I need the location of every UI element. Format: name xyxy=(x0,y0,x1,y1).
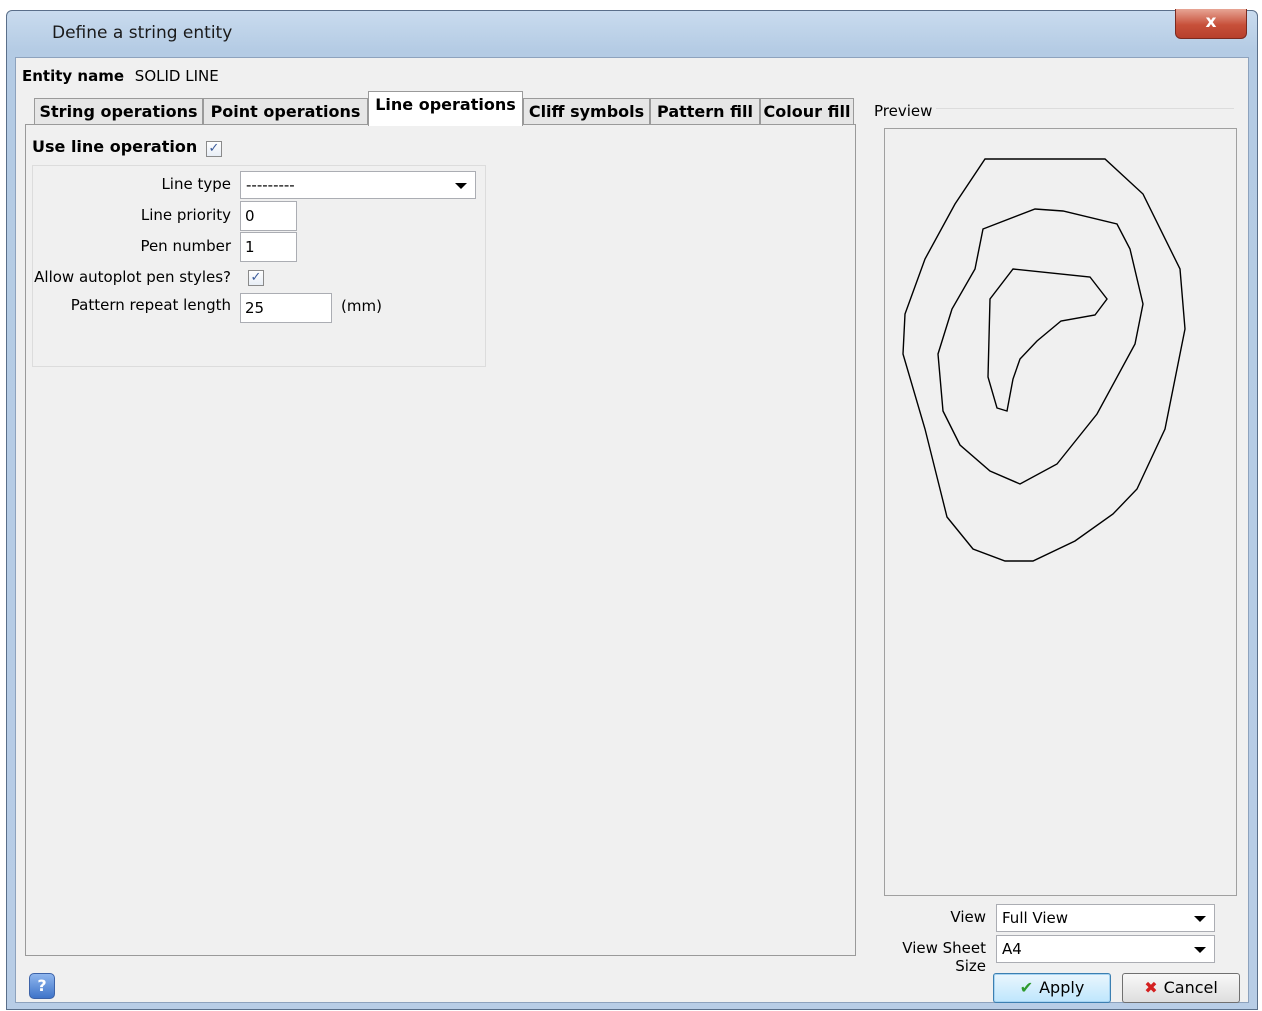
autoplot-checkbox[interactable]: ✓ xyxy=(248,270,264,286)
preview-label: Preview xyxy=(874,102,937,120)
entity-name-value: SOLID LINE xyxy=(134,67,219,85)
help-icon: ? xyxy=(37,976,47,995)
view-value: Full View xyxy=(1002,909,1069,927)
close-button[interactable]: x xyxy=(1175,9,1247,39)
chevron-down-icon xyxy=(1194,947,1206,953)
line-priority-label: Line priority xyxy=(140,206,231,224)
tab-point-operations[interactable]: Point operations xyxy=(203,98,368,126)
use-line-operation-checkbox[interactable]: ✓ xyxy=(206,141,222,157)
tab-line-operations[interactable]: Line operations xyxy=(368,91,523,126)
check-icon: ✓ xyxy=(208,141,220,156)
autoplot-label: Allow autoplot pen styles? xyxy=(34,268,231,286)
view-sheet-size-select[interactable]: A4 xyxy=(996,935,1215,963)
preview-drawing xyxy=(902,158,1186,562)
title-bar: Define a string entity x xyxy=(7,9,1257,57)
line-priority-input[interactable]: 0 xyxy=(240,201,297,231)
tab-string-operations[interactable]: String operations xyxy=(34,98,203,126)
use-line-operation-label: Use line operation xyxy=(32,137,198,156)
help-button[interactable]: ? xyxy=(29,973,55,999)
line-type-value: --------- xyxy=(246,176,295,194)
cancel-label: Cancel xyxy=(1163,978,1218,997)
view-select[interactable]: Full View xyxy=(996,904,1215,932)
tab-colour-fill[interactable]: Colour fill xyxy=(760,98,854,126)
line-settings-group: Line type --------- Line priority 0 Pen … xyxy=(32,165,486,367)
dialog-window: Define a string entity x Entity name SOL… xyxy=(6,9,1258,1010)
apply-label: Apply xyxy=(1039,978,1085,997)
middle-contour xyxy=(937,208,1144,485)
red-x-icon: ✖ xyxy=(1144,978,1158,997)
check-icon: ✓ xyxy=(250,270,262,285)
line-type-select[interactable]: --------- xyxy=(240,171,476,199)
pattern-repeat-input[interactable]: 25 xyxy=(240,293,332,323)
line-operations-panel: Use line operation ✓ Line type ---------… xyxy=(25,124,856,956)
green-checkmark-icon: ✔ xyxy=(1019,978,1034,997)
line-type-label: Line type xyxy=(161,175,231,193)
inner-contour xyxy=(987,268,1108,412)
pen-number-input[interactable]: 1 xyxy=(240,232,297,262)
preview-divider xyxy=(936,108,1234,109)
chevron-down-icon xyxy=(455,183,467,189)
view-sheet-size-value: A4 xyxy=(1002,940,1022,958)
chevron-down-icon xyxy=(1194,916,1206,922)
preview-canvas xyxy=(884,128,1237,896)
pen-number-label: Pen number xyxy=(140,237,231,255)
tab-pattern-fill[interactable]: Pattern fill xyxy=(650,98,760,126)
close-icon: x xyxy=(1205,12,1217,32)
window-title: Define a string entity xyxy=(52,23,233,43)
pattern-repeat-unit: (mm) xyxy=(341,297,382,315)
entity-name-label: Entity name xyxy=(22,67,125,85)
preview-group: Preview View Full View View Sheet Size A… xyxy=(868,102,1237,975)
outer-contour xyxy=(902,158,1186,562)
dialog-client: Entity name SOLID LINE String operations… xyxy=(15,57,1249,1003)
pattern-repeat-label: Pattern repeat length xyxy=(70,296,231,314)
entity-name-row: Entity name SOLID LINE xyxy=(22,67,219,85)
tab-cliff-symbols[interactable]: Cliff symbols xyxy=(523,98,650,126)
view-label: View xyxy=(950,908,986,926)
cancel-button[interactable]: ✖ Cancel xyxy=(1122,973,1240,1003)
dialog-footer: ? ✔ Apply ✖ Cancel xyxy=(16,964,1248,1003)
apply-button[interactable]: ✔ Apply xyxy=(993,973,1111,1003)
